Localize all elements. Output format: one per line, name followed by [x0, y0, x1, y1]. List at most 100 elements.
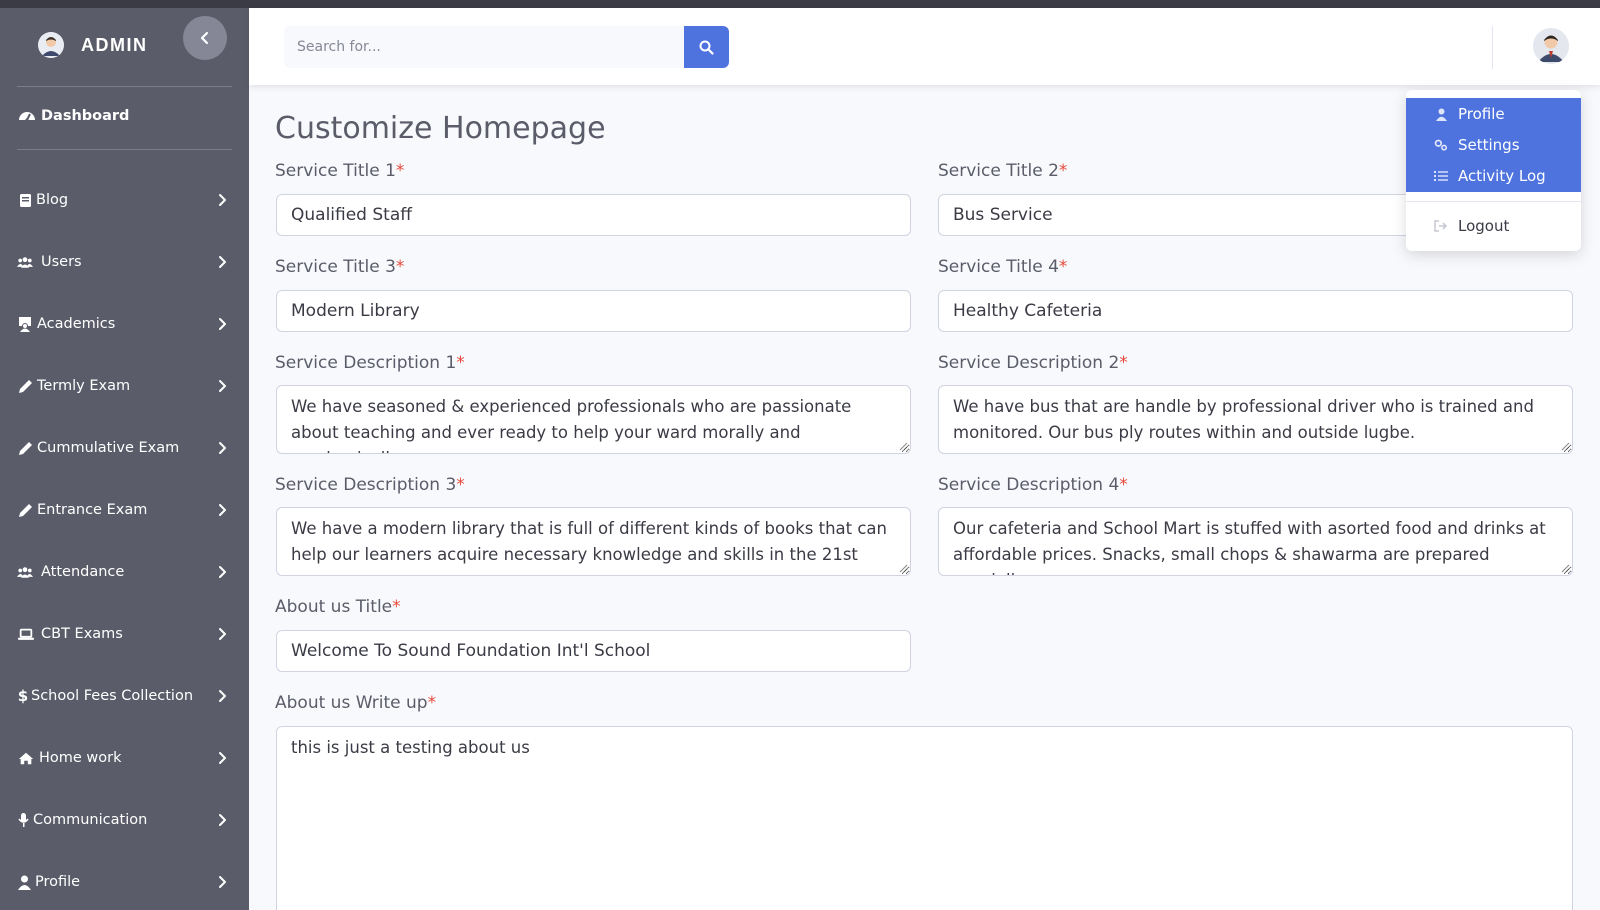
- sidebar-item-label: Cummulative Exam: [37, 440, 180, 456]
- required-mark: *: [395, 257, 405, 277]
- sidebar-item-label: School Fees Collection: [31, 688, 194, 704]
- laptop-icon: [18, 626, 34, 642]
- service-title-1-input[interactable]: Qualified Staff: [276, 194, 911, 236]
- chevron-left-icon: [200, 31, 209, 45]
- search-button[interactable]: [684, 26, 729, 68]
- resize-handle-icon: [1561, 564, 1570, 573]
- service-title-3-input[interactable]: Modern Library: [276, 290, 911, 332]
- dropdown-item-profile[interactable]: Profile: [1406, 99, 1581, 129]
- sidebar-item-termly-exam[interactable]: Termly Exam: [0, 368, 249, 404]
- users-icon: [17, 254, 33, 270]
- required-mark: *: [456, 475, 465, 495]
- dropdown-item-activity-log[interactable]: Activity Log: [1406, 161, 1581, 191]
- chevron-right-icon: [219, 876, 226, 888]
- sidebar-item-label: Home work: [39, 750, 122, 766]
- service-title-1-label: Service Title 1*: [275, 161, 405, 181]
- sidebar-item-communication[interactable]: Communication: [0, 802, 249, 838]
- textarea-text: We have bus that are handle by professio…: [953, 397, 1534, 442]
- about-us-title-input[interactable]: Welcome To Sound Foundation Int'l School: [276, 630, 911, 672]
- dropdown-item-settings[interactable]: Settings: [1406, 130, 1581, 160]
- required-mark: *: [1058, 257, 1068, 277]
- sidebar-item-label: Users: [41, 254, 82, 270]
- sidebar-item-cummulative-exam[interactable]: Cummulative Exam: [0, 430, 249, 466]
- sidebar-toggle-button[interactable]: [183, 16, 227, 60]
- about-us-writeup-textarea[interactable]: this is just a testing about us: [276, 726, 1573, 910]
- dropdown-item-label: Activity Log: [1458, 167, 1546, 185]
- dropdown-item-label: Settings: [1458, 136, 1520, 154]
- service-title-4-input[interactable]: Healthy Cafeteria: [938, 290, 1573, 332]
- chevron-right-icon: [219, 752, 226, 764]
- dollar-icon: $: [17, 686, 29, 705]
- chevron-right-icon: [219, 504, 226, 516]
- sidebar-item-home-work[interactable]: Home work: [0, 740, 249, 776]
- users-icon: [17, 564, 33, 580]
- sidebar-item-label: Profile: [35, 874, 81, 890]
- textarea-text: We have a modern library that is full of…: [291, 519, 887, 564]
- home-icon: [18, 750, 34, 766]
- sidebar-item-profile[interactable]: Profile: [0, 864, 249, 900]
- sidebar-item-label: CBT Exams: [41, 626, 123, 642]
- resize-handle-icon: [899, 442, 908, 451]
- sidebar-item-blog[interactable]: Blog: [0, 182, 249, 218]
- sidebar-item-label: Academics: [37, 316, 116, 332]
- sidebar-divider: [17, 149, 232, 150]
- page-title: Customize Homepage: [275, 111, 606, 146]
- teacher-icon: [17, 316, 33, 332]
- chevron-right-icon: [219, 442, 226, 454]
- sidebar-brand[interactable]: ADMIN: [0, 8, 249, 86]
- service-description-4-label: Service Description 4*: [938, 475, 1128, 495]
- user-dropdown-menu: Profile Settings Activity Log Logout: [1406, 90, 1581, 251]
- search-icon: [699, 40, 714, 55]
- sidebar-item-school-fees-collection[interactable]: $ School Fees Collection: [0, 678, 249, 714]
- user-icon: [1434, 107, 1448, 121]
- chevron-right-icon: [219, 256, 226, 268]
- sidebar-item-label: Communication: [33, 812, 148, 828]
- dropdown-item-label: Profile: [1458, 105, 1505, 123]
- book-icon: [17, 192, 33, 208]
- sidebar-item-attendance[interactable]: Attendance: [0, 554, 249, 590]
- about-us-title-label: About us Title*: [275, 597, 401, 617]
- service-title-4-label: Service Title 4*: [938, 257, 1068, 277]
- required-mark: *: [1119, 475, 1128, 495]
- service-description-4-textarea[interactable]: Our cafeteria and School Mart is stuffed…: [938, 507, 1573, 576]
- sidebar-item-users[interactable]: Users: [0, 244, 249, 280]
- chevron-right-icon: [219, 380, 226, 392]
- required-mark: *: [456, 353, 465, 373]
- sidebar-item-cbt-exams[interactable]: CBT Exams: [0, 616, 249, 652]
- service-description-3-textarea[interactable]: We have a modern library that is full of…: [276, 507, 911, 576]
- avatar-icon: [1533, 28, 1569, 64]
- service-description-3-label: Service Description 3*: [275, 475, 465, 495]
- chevron-right-icon: [219, 318, 226, 330]
- pencil-icon: [17, 378, 33, 394]
- service-description-1-textarea[interactable]: We have seasoned & experienced professio…: [276, 385, 911, 454]
- sidebar-item-label: Blog: [36, 192, 69, 208]
- admin-avatar-icon: [38, 32, 64, 58]
- service-description-2-textarea[interactable]: We have bus that are handle by professio…: [938, 385, 1573, 454]
- tachometer-icon: [19, 112, 35, 122]
- user-icon: [16, 874, 32, 890]
- sign-out-icon: [1434, 219, 1448, 233]
- chevron-right-icon: [219, 814, 226, 826]
- dropdown-item-logout[interactable]: Logout: [1406, 211, 1581, 241]
- required-mark: *: [395, 161, 405, 181]
- required-mark: *: [1119, 353, 1128, 373]
- service-description-1-label: Service Description 1*: [275, 353, 465, 373]
- textarea-text: Our cafeteria and School Mart is stuffed…: [953, 519, 1546, 575]
- pencil-icon: [17, 440, 33, 456]
- microphone-icon: [15, 812, 31, 828]
- sidebar-item-entrance-exam[interactable]: Entrance Exam: [0, 492, 249, 528]
- required-mark: *: [427, 693, 437, 713]
- resize-handle-icon: [899, 564, 908, 573]
- user-avatar[interactable]: [1533, 28, 1569, 64]
- sidebar-item-academics[interactable]: Academics: [0, 306, 249, 342]
- required-mark: *: [1058, 161, 1068, 181]
- service-title-2-label: Service Title 2*: [938, 161, 1068, 181]
- sidebar-item-label: Dashboard: [41, 108, 130, 124]
- sidebar-item-label: Attendance: [41, 564, 125, 580]
- sidebar-item-dashboard[interactable]: Dashboard: [18, 108, 129, 124]
- topbar-divider: [1492, 26, 1493, 69]
- cogs-icon: [1434, 138, 1448, 152]
- search-input[interactable]: [284, 26, 684, 68]
- pencil-icon: [17, 502, 33, 518]
- service-description-2-label: Service Description 2*: [938, 353, 1128, 373]
